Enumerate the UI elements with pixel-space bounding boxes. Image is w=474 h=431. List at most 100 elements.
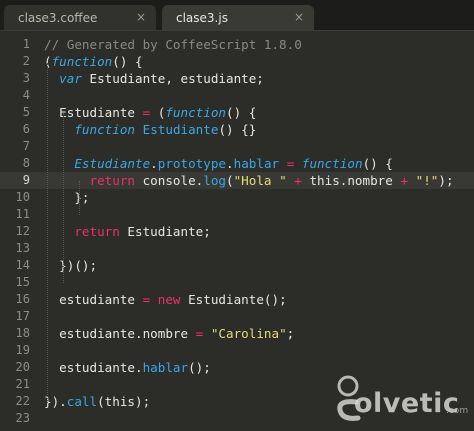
line-number: 16 (15, 292, 30, 306)
tab-label: clase3.js (176, 11, 228, 25)
code-token: hablar (142, 360, 189, 375)
code-token: var (59, 71, 82, 86)
code-token: ( (226, 173, 234, 188)
code-line: // Generated by CoffeeScript 1.8.0 (44, 36, 302, 53)
line-number: 4 (22, 88, 30, 102)
code-token: this.nombre (301, 173, 401, 188)
solvetic-logo: olvetic .com (328, 372, 468, 427)
code-token: function (301, 156, 363, 171)
close-icon[interactable]: × (136, 10, 146, 24)
code-editor[interactable]: 1 2 3 4 5 6 7 8 9 10 11 12 13 14 15 16 17 18 19 20 21 22 23 //… (0, 31, 474, 431)
line-number: 19 (15, 343, 30, 357)
code-line: estudiante = new Estudiante(); (44, 291, 287, 308)
line-number-gutter: 1 2 3 4 5 6 7 8 9 10 11 12 13 14 15 16 17 18 19 20 21 22 23 (0, 31, 36, 431)
code-token: Estudiante; (119, 224, 211, 239)
line-number: 1 (22, 37, 30, 51)
code-token: new (157, 292, 181, 307)
code-token: function (74, 122, 136, 137)
line-number: 22 (15, 394, 30, 408)
code-line: (function() { (44, 53, 143, 70)
code-token: () { (362, 156, 393, 171)
code-token: hablar (233, 156, 280, 171)
code-token: + (400, 173, 409, 188)
logo-text: olvetic (354, 388, 460, 419)
code-token: Estudiante, estudiante; (81, 71, 264, 86)
code-line: }).call(this); (44, 393, 150, 410)
code-token: ; (286, 326, 295, 341)
code-token: . (226, 156, 234, 171)
indent-guide (63, 113, 64, 283)
code-token: prototype (157, 156, 227, 171)
logo-domain: .com (446, 406, 469, 416)
code-token: () { (226, 105, 257, 120)
line-number: 17 (15, 309, 30, 323)
code-line: return Estudiante; (44, 223, 211, 240)
close-icon[interactable]: × (294, 10, 304, 24)
line-number: 2 (22, 54, 30, 68)
line-number: 12 (15, 224, 30, 238)
code-token: function (51, 54, 113, 69)
code-token: call (66, 394, 98, 409)
line-number: 21 (15, 377, 30, 391)
tab-label: clase3.coffee (18, 11, 98, 25)
code-token: + (294, 173, 302, 188)
code-token: Estudiante (44, 105, 143, 120)
code-token: estudiante. (44, 360, 143, 375)
code-line: Estudiante = (function() { (44, 104, 256, 121)
code-token: Estudiante (74, 156, 151, 171)
line-number: 11 (15, 207, 30, 221)
code-token: (this); (97, 394, 151, 409)
code-token: () {} (218, 122, 257, 137)
line-number: 14 (15, 258, 30, 272)
code-token: console. (135, 173, 204, 188)
line-number: 13 (15, 241, 30, 255)
code-token: log (203, 173, 226, 188)
code-token: (); (188, 360, 211, 375)
tab-bar: clase3.coffee × clase3.js × (0, 0, 474, 31)
code-token: "Carolina" (210, 326, 287, 341)
code-token: ( (150, 105, 166, 120)
line-number: 23 (15, 411, 30, 425)
line-number: 7 (22, 139, 30, 153)
code-token: // Generated by CoffeeScript 1.8.0 (44, 37, 302, 52)
tab-clase3-coffee[interactable]: clase3.coffee × (4, 5, 156, 30)
code-token: estudiante (44, 292, 143, 307)
code-token: estudiante.nombre (44, 326, 196, 341)
indent-guide (79, 181, 80, 215)
line-number: 3 (22, 71, 30, 85)
tab-clase3-js[interactable]: clase3.js × (162, 5, 314, 30)
line-number: 6 (22, 122, 30, 136)
indent-guide (47, 63, 48, 403)
code-line: estudiante.nombre = "Carolina"; (44, 325, 294, 342)
code-line: Estudiante.prototype.hablar = function()… (44, 155, 393, 172)
code-line: estudiante.hablar(); (44, 359, 211, 376)
code-line: }; (44, 189, 90, 206)
line-number: 10 (15, 190, 30, 204)
line-number: 5 (22, 105, 30, 119)
code-token: "!" (415, 173, 439, 188)
code-token: . (150, 156, 158, 171)
line-number: 20 (15, 360, 30, 374)
code-token: Estudiante(); (180, 292, 287, 307)
code-line: var Estudiante, estudiante; (44, 70, 264, 87)
line-number: 9 (22, 173, 30, 187)
code-token: function (165, 105, 227, 120)
code-token: "Hola " (233, 173, 287, 188)
code-token: }; (44, 190, 90, 205)
code-line: })(); (44, 257, 97, 274)
code-token: ); (438, 173, 454, 188)
line-number: 18 (15, 326, 30, 340)
code-token: Estudiante (142, 122, 219, 137)
line-number: 8 (22, 156, 30, 170)
code-token: return (74, 224, 120, 239)
code-token: () { (112, 54, 143, 69)
